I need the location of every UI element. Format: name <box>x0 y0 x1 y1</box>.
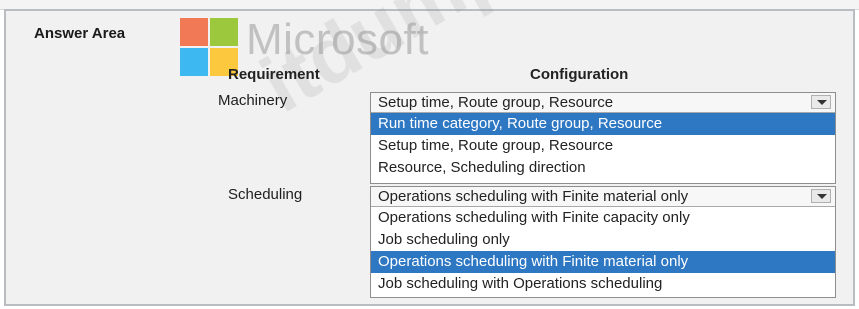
chevron-down-icon[interactable] <box>811 95 831 109</box>
logo-blue-square <box>180 48 208 76</box>
machinery-option[interactable]: Run time category, Route group, Resource <box>371 113 835 135</box>
configuration-header: Configuration <box>530 66 629 83</box>
logo-red-square <box>180 18 208 46</box>
answer-area-title: Answer Area <box>34 25 126 42</box>
requirement-label-machinery: Machinery <box>218 92 288 109</box>
chevron-down-icon[interactable] <box>811 189 831 203</box>
machinery-dropdown[interactable]: Setup time, Route group, Resource Run ti… <box>370 92 836 184</box>
requirement-label-scheduling: Scheduling <box>228 186 303 203</box>
scheduling-dropdown[interactable]: Operations scheduling with Finite materi… <box>370 186 836 298</box>
scheduling-option[interactable]: Operations scheduling with Finite capaci… <box>371 207 835 229</box>
answer-area-panel: Answer Area Microsoft itdumps.com Requir… <box>4 0 855 306</box>
scheduling-option[interactable]: Operations scheduling with Finite materi… <box>371 251 835 273</box>
microsoft-watermark-text: Microsoft <box>246 15 429 64</box>
machinery-option[interactable]: Resource, Scheduling direction <box>371 157 835 179</box>
machinery-selected-value: Setup time, Route group, Resource <box>378 94 614 111</box>
scheduling-selected-value: Operations scheduling with Finite materi… <box>378 188 689 205</box>
scheduling-dropdown-selected[interactable]: Operations scheduling with Finite materi… <box>371 187 835 207</box>
machinery-option[interactable]: Setup time, Route group, Resource <box>371 135 835 157</box>
requirement-header: Requirement <box>228 66 320 83</box>
scheduling-option[interactable]: Job scheduling with Operations schedulin… <box>371 273 835 295</box>
scheduling-option[interactable]: Job scheduling only <box>371 229 835 251</box>
logo-green-square <box>210 18 238 46</box>
machinery-dropdown-selected[interactable]: Setup time, Route group, Resource <box>371 93 835 113</box>
